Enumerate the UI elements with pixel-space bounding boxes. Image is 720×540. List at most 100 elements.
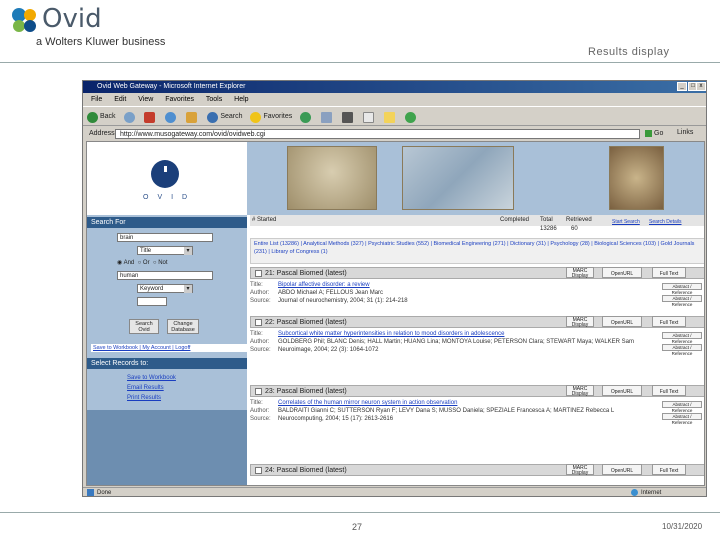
openurl-button[interactable]: OpenURL bbox=[602, 385, 642, 396]
stop-button[interactable] bbox=[144, 111, 157, 123]
record-checkbox[interactable] bbox=[255, 318, 262, 326]
globe-icon bbox=[631, 488, 638, 496]
status-bar: Done Internet bbox=[83, 487, 706, 497]
search-button[interactable]: Search bbox=[207, 107, 243, 127]
save-to-workbook-link[interactable]: Save to Workbook bbox=[127, 375, 176, 381]
radio-not[interactable]: ○ Not bbox=[153, 260, 168, 266]
record-checkbox[interactable] bbox=[255, 269, 262, 277]
go-arrow-icon bbox=[645, 129, 652, 137]
anatomy-sketch-image bbox=[609, 146, 664, 210]
ovid-letters: OVID bbox=[143, 194, 197, 201]
brand-name: Ovid bbox=[42, 4, 102, 34]
record-authors: GOLDBERG Phil; BLANC Denis; HALL Martin;… bbox=[278, 339, 634, 345]
marc-display-button[interactable]: MARC Display bbox=[566, 464, 594, 476]
blueprint-sketch-image bbox=[402, 146, 514, 210]
record-title-link[interactable]: Subcortical white matter hyperintensitie… bbox=[278, 331, 504, 337]
print-button[interactable] bbox=[342, 111, 355, 123]
full-text-button[interactable]: Full Text bbox=[652, 267, 686, 278]
abstract-reference-button[interactable]: Abstract / Reference bbox=[662, 413, 702, 425]
abstract-reference-button[interactable]: Abstract / Reference bbox=[662, 295, 702, 307]
started-label: # Started bbox=[252, 217, 277, 223]
record-checkbox[interactable] bbox=[255, 387, 262, 395]
record-title-link[interactable]: Bipolar affective disorder: a review bbox=[278, 282, 370, 288]
page-icon bbox=[363, 111, 375, 123]
chevron-down-icon: ▾ bbox=[184, 247, 192, 255]
folder-button[interactable] bbox=[384, 111, 397, 123]
edit-button[interactable] bbox=[363, 111, 376, 123]
ovid-logo-area: OVID bbox=[87, 142, 247, 215]
menu-edit[interactable]: Edit bbox=[114, 96, 126, 103]
refresh-icon bbox=[165, 111, 177, 123]
menu-tools[interactable]: Tools bbox=[206, 96, 222, 103]
slide-title: Results display bbox=[588, 46, 670, 58]
result-facets[interactable]: Entire List (13286) | Analytical Methods… bbox=[250, 238, 704, 264]
total-label: Total bbox=[540, 217, 553, 223]
full-text-button[interactable]: Full Text bbox=[652, 464, 686, 475]
field-2-select[interactable]: Keyword ▾ bbox=[137, 284, 193, 293]
record-source: Journal of neurochemistry, 2004; 31 (1):… bbox=[278, 298, 408, 304]
banner bbox=[247, 142, 704, 215]
completed-label: Completed bbox=[500, 217, 530, 223]
go-button[interactable]: Go bbox=[645, 128, 671, 139]
favorites-button[interactable]: Favorites bbox=[250, 107, 292, 127]
marc-display-button[interactable]: MARC Display bbox=[566, 316, 594, 328]
menu-file[interactable]: File bbox=[91, 96, 102, 103]
links-label[interactable]: Links bbox=[677, 129, 693, 136]
marc-display-button[interactable]: MARC Display bbox=[566, 267, 594, 279]
history-button[interactable] bbox=[300, 111, 313, 123]
search-details-link[interactable]: Search Details bbox=[649, 219, 682, 225]
ovid-circle-icon bbox=[151, 160, 179, 188]
home-button[interactable] bbox=[186, 111, 199, 123]
history-icon bbox=[300, 111, 312, 123]
browser-window: Ovid Web Gateway - Microsoft Internet Ex… bbox=[82, 80, 707, 497]
record-authors: BALDRAITI Gianni C; SUTTERSON Ryan F; LE… bbox=[278, 408, 615, 414]
mail-button[interactable] bbox=[321, 111, 334, 123]
start-search-link[interactable]: Start Search bbox=[612, 219, 640, 225]
record-checkbox[interactable] bbox=[255, 466, 262, 474]
search-term-1-input[interactable]: brain bbox=[117, 233, 213, 242]
minimize-button[interactable]: _ bbox=[677, 82, 687, 91]
search-term-2-input[interactable]: human bbox=[117, 271, 213, 280]
address-input[interactable]: http://www.musogateway.com/ovid/ovidweb.… bbox=[115, 129, 640, 139]
email-results-link[interactable]: Email Results bbox=[127, 385, 164, 391]
menu-view[interactable]: View bbox=[138, 96, 153, 103]
radio-and[interactable]: ◉ And bbox=[117, 260, 134, 266]
slide-page-number: 27 bbox=[352, 522, 363, 532]
messenger-button[interactable] bbox=[404, 111, 418, 123]
field-1-select[interactable]: Title ▾ bbox=[137, 246, 193, 255]
change-database-button[interactable]: Change Database bbox=[167, 319, 199, 334]
full-text-button[interactable]: Full Text bbox=[652, 316, 686, 327]
search-for-header: Search For bbox=[87, 217, 247, 228]
slide-date: 10/31/2020 bbox=[662, 522, 703, 531]
zone-label: Internet bbox=[631, 488, 661, 498]
abstract-reference-button[interactable]: Abstract / Reference bbox=[662, 401, 702, 413]
menu-favorites[interactable]: Favorites bbox=[165, 96, 194, 103]
sketch-portrait-image bbox=[287, 146, 377, 210]
openurl-button[interactable]: OpenURL bbox=[602, 464, 642, 475]
small-select[interactable] bbox=[137, 297, 167, 306]
chevron-down-icon: ▾ bbox=[184, 285, 192, 293]
star-icon bbox=[250, 111, 262, 123]
mail-icon bbox=[321, 111, 333, 123]
abstract-reference-button[interactable]: Abstract / Reference bbox=[662, 344, 702, 356]
radio-or[interactable]: ○ Or bbox=[138, 260, 150, 266]
full-text-button[interactable]: Full Text bbox=[652, 385, 686, 396]
search-ovid-button[interactable]: Search Ovid bbox=[129, 319, 159, 334]
marc-display-button[interactable]: MARC Display bbox=[566, 385, 594, 397]
forward-button[interactable] bbox=[123, 111, 137, 123]
openurl-button[interactable]: OpenURL bbox=[602, 267, 642, 278]
account-links[interactable]: Save to Workbook | My Account | Logoff bbox=[91, 344, 247, 352]
record-title-link[interactable]: Correlates of the human mirror neuron sy… bbox=[278, 400, 457, 406]
close-button[interactable]: x bbox=[696, 82, 706, 91]
openurl-button[interactable]: OpenURL bbox=[602, 316, 642, 327]
refresh-button[interactable] bbox=[165, 111, 178, 123]
abstract-reference-button[interactable]: Abstract / Reference bbox=[662, 283, 702, 295]
print-results-link[interactable]: Print Results bbox=[127, 395, 161, 401]
abstract-reference-button[interactable]: Abstract / Reference bbox=[662, 332, 702, 344]
back-button[interactable]: Back bbox=[87, 107, 116, 127]
menu-help[interactable]: Help bbox=[234, 96, 248, 103]
record-details: Title: Subcortical white matter hyperinte… bbox=[250, 331, 634, 353]
menu-bar: File Edit View Favorites Tools Help bbox=[83, 94, 706, 105]
total-count: 13286 bbox=[540, 226, 557, 232]
home-icon bbox=[186, 111, 198, 123]
